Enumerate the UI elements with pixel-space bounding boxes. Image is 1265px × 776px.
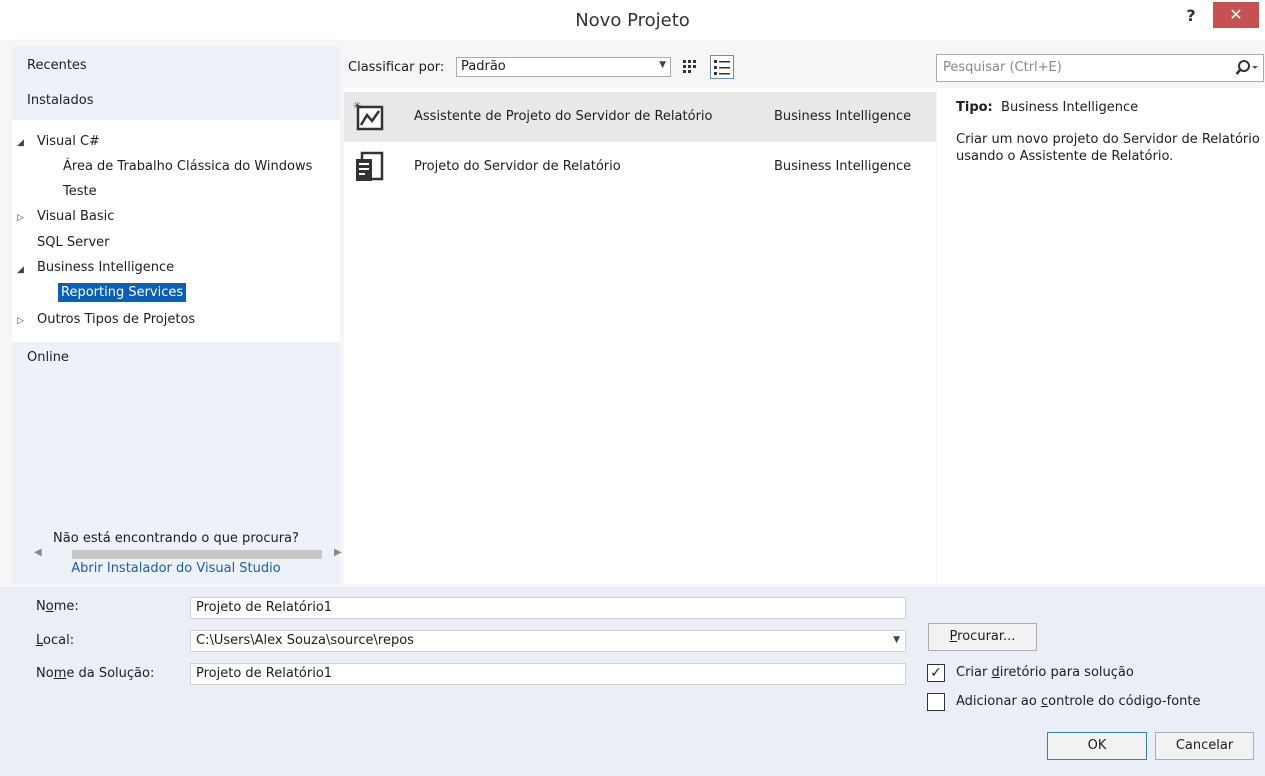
type-value: Business Intelligence [1001,100,1139,115]
search-placeholder: Pesquisar (Ctrl+E) [943,60,1062,75]
tree-item-reporting-services[interactable]: Reporting Services [58,283,187,302]
details-pane: Tipo: Business Intelligence Criar um nov… [937,88,1265,584]
svg-text:✳: ✳ [353,101,361,112]
template-category: Business Intelligence [774,159,912,174]
sort-label: Classificar por: [348,60,445,75]
type-row: Tipo: Business Intelligence [956,100,1138,115]
templates-list: ✳ Assistente de Projeto do Servidor de R… [344,88,936,584]
expanded-arrow-icon[interactable]: ◢ [17,265,24,275]
sort-dropdown[interactable]: Padrão ▼ [456,57,671,77]
template-tree: ◢ Visual C# Área de Trabalho Clássica do… [12,120,340,342]
report-project-icon [352,150,386,184]
template-name: Assistente de Projeto do Servidor de Rel… [414,109,713,124]
template-name: Projeto do Servidor de Relatório [414,159,621,174]
tree-item-business-intelligence[interactable]: Business Intelligence [37,260,174,275]
template-category: Business Intelligence [774,109,912,124]
dialog-title: Novo Projeto [575,10,690,31]
tree-item-teste[interactable]: Teste [63,184,97,199]
tree-item-visual-csharp[interactable]: Visual C# [37,134,100,149]
expanded-arrow-icon[interactable]: ◢ [17,138,24,148]
location-value: C:\Users\Alex Souza\source\repos [196,633,414,648]
cancel-button[interactable]: Cancelar [1155,732,1254,760]
location-label: Local: [36,633,75,648]
list-view-icon[interactable] [710,55,734,79]
close-button[interactable]: ✕ [1213,2,1259,28]
template-item-report-project[interactable]: Projeto do Servidor de Relatório Busines… [344,142,936,192]
tree-item-visual-basic[interactable]: Visual Basic [37,209,114,224]
online-section[interactable]: Online [27,350,69,365]
recent-section[interactable]: Recentes [27,58,87,73]
type-label: Tipo: [956,100,993,115]
installed-section[interactable]: Instalados [27,93,93,108]
open-installer-link[interactable]: Abrir Instalador do Visual Studio [12,561,340,576]
collapsed-arrow-icon[interactable]: ▷ [17,316,24,326]
ok-button[interactable]: OK [1047,732,1147,760]
name-field[interactable]: Projeto de Relatório1 [190,597,906,619]
scroll-right-arrow-icon[interactable]: ▶ [334,547,342,558]
title-bar: Novo Projeto ? ✕ [0,0,1265,40]
location-combo[interactable]: C:\Users\Alex Souza\source\repos ▼ [190,630,906,652]
source-control-checkbox[interactable] [927,693,945,711]
sort-value: Padrão [461,59,506,74]
scrollbar-thumb[interactable] [72,550,322,559]
help-button[interactable]: ? [1180,6,1202,28]
search-box[interactable]: Pesquisar (Ctrl+E) [936,54,1264,82]
not-found-text: Não está encontrando o que procura? [53,531,299,546]
tree-item-sql-server[interactable]: SQL Server [37,235,110,250]
solution-name-label: Nome da Solução: [36,666,155,681]
name-label: Nome: [36,599,79,614]
dropdown-arrow-icon: ▼ [659,60,666,70]
scroll-left-arrow-icon[interactable]: ◀ [34,547,42,558]
solution-name-field[interactable]: Projeto de Relatório1 [190,663,906,685]
browse-button[interactable]: Procurar... [928,623,1037,651]
tree-item-classic-desktop[interactable]: Área de Trabalho Clássica do Windows [63,159,312,174]
search-icon[interactable] [1235,58,1258,78]
template-description: Criar um novo projeto do Servidor de Rel… [956,132,1260,164]
create-directory-label[interactable]: Criar diretório para solução [956,665,1134,680]
small-icons-view-icon[interactable] [681,57,701,77]
source-control-label[interactable]: Adicionar ao controle do código-fonte [956,694,1201,709]
dropdown-arrow-icon[interactable]: ▼ [893,635,900,645]
tree-item-other-project-types[interactable]: Outros Tipos de Projetos [37,312,195,327]
new-project-dialog: Novo Projeto ? ✕ Recentes Instalados Onl… [0,0,1265,776]
create-directory-checkbox[interactable]: ✓ [927,664,945,682]
solution-name-value: Projeto de Relatório1 [196,666,333,681]
collapsed-arrow-icon[interactable]: ▷ [17,213,24,223]
horizontal-scrollbar[interactable]: ◀ ▶ [34,546,342,562]
template-item-report-wizard[interactable]: ✳ Assistente de Projeto do Servidor de R… [344,92,936,142]
report-wizard-icon: ✳ [352,100,386,134]
name-value: Projeto de Relatório1 [196,600,333,615]
project-form: Nome: Projeto de Relatório1 Local: C:\Us… [0,587,1265,776]
